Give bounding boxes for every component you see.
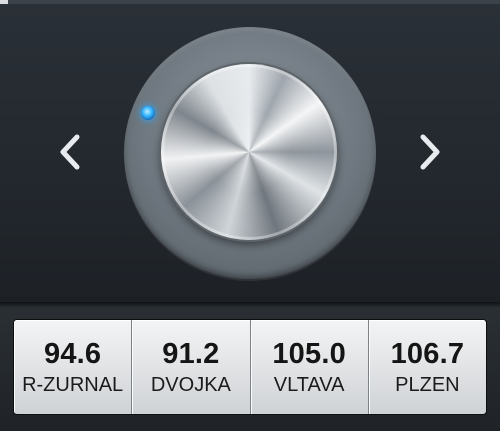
preset-button-3[interactable]: 105.0 VLTAVA xyxy=(250,320,369,414)
presets-bar: 94.6 R-ZURNAL 91.2 DVOJKA 105.0 VLTAVA 1… xyxy=(0,308,500,431)
dial-knob[interactable] xyxy=(161,64,337,240)
preset-button-1[interactable]: 94.6 R-ZURNAL xyxy=(14,320,133,414)
tuning-dial[interactable] xyxy=(124,27,376,279)
preset-station-name: R-ZURNAL xyxy=(22,373,124,396)
tuner-area xyxy=(0,0,500,302)
chevron-right-icon xyxy=(420,134,440,170)
preset-frequency: 91.2 xyxy=(162,337,220,370)
preset-frequency: 94.6 xyxy=(44,337,102,370)
next-station-button[interactable] xyxy=(410,130,450,174)
dial-indicator-light xyxy=(141,106,155,120)
radio-screen: 94.6 R-ZURNAL 91.2 DVOJKA 105.0 VLTAVA 1… xyxy=(0,0,500,431)
chevron-left-icon xyxy=(60,134,80,170)
preset-station-name: VLTAVA xyxy=(273,373,345,396)
preset-buttons: 94.6 R-ZURNAL 91.2 DVOJKA 105.0 VLTAVA 1… xyxy=(14,320,486,414)
preset-station-name: DVOJKA xyxy=(150,373,231,396)
previous-station-button[interactable] xyxy=(50,130,90,174)
preset-frequency: 106.7 xyxy=(390,337,465,370)
preset-frequency: 105.0 xyxy=(272,337,346,370)
preset-button-2[interactable]: 91.2 DVOJKA xyxy=(132,320,251,414)
preset-station-name: PLZEN xyxy=(395,373,460,396)
preset-button-4[interactable]: 106.7 PLZEN xyxy=(368,320,486,414)
